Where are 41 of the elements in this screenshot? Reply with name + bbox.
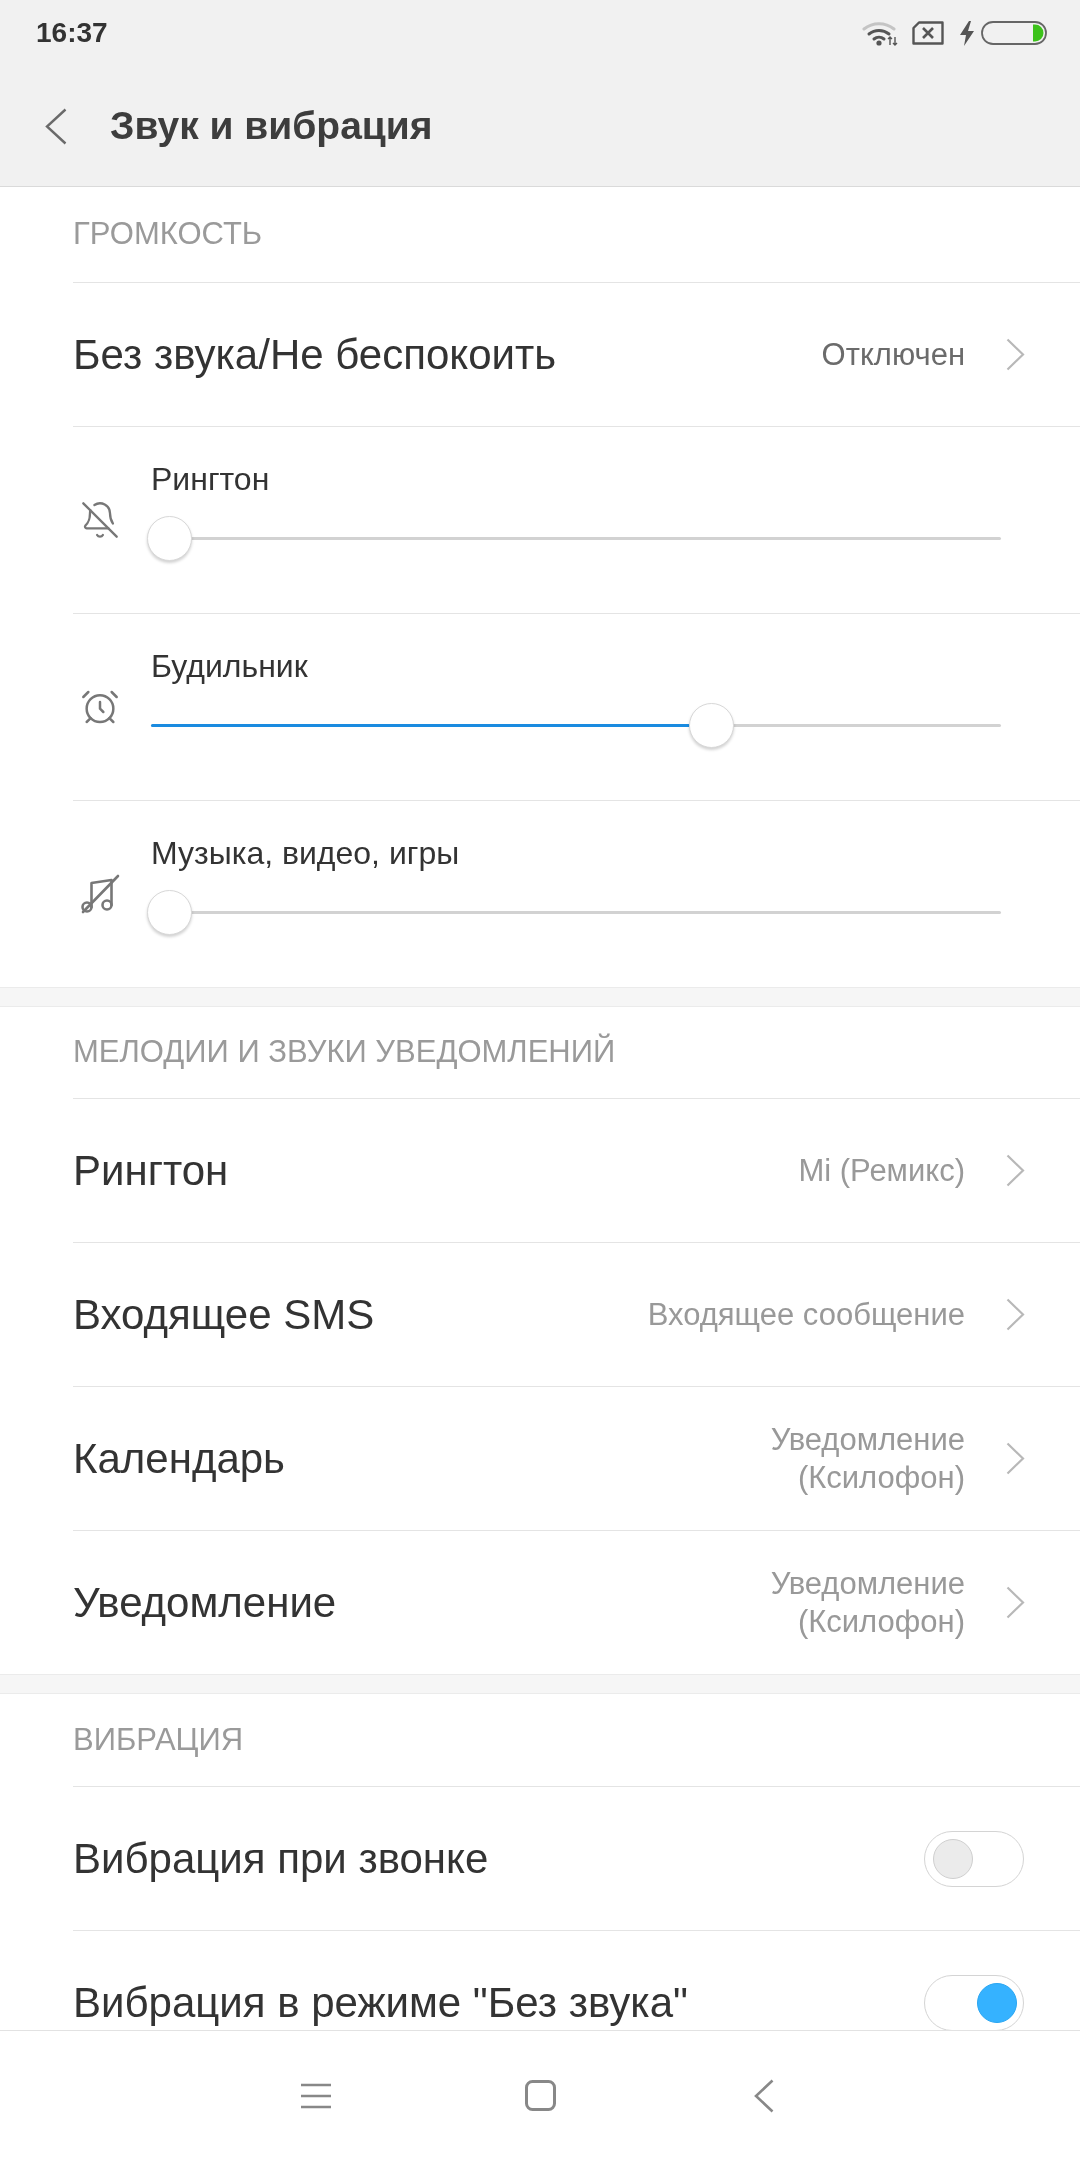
back-icon[interactable] (754, 2078, 774, 2113)
wifi-icon (862, 20, 898, 46)
slider-label: Будильник (151, 648, 308, 684)
sim-card-x-icon (912, 21, 944, 45)
setting-value: Уведомление (Ксилофон) (769, 1564, 965, 1641)
setting-label: Рингтон (73, 1146, 230, 1196)
setting-label: Уведомление (73, 1578, 338, 1628)
setting-label: Вибрация при звонке (73, 1834, 490, 1884)
menu-icon[interactable] (301, 2082, 331, 2109)
slider-label: Музыка, видео, игры (151, 835, 460, 871)
volume-slider[interactable] (147, 890, 1001, 935)
setting-label: Календарь (73, 1434, 286, 1484)
slider-thumb[interactable] (147, 516, 192, 561)
battery-icon (981, 21, 1047, 45)
toggle-switch[interactable] (924, 1974, 1024, 2030)
square-icon[interactable] (524, 2080, 556, 2111)
setting-label: Входящее SMS (73, 1290, 376, 1340)
section-header: ГРОМКОСТЬ (73, 215, 263, 254)
chevron-right-icon (1006, 1586, 1025, 1619)
setting-value: Входящее сообщение (647, 1295, 965, 1334)
chevron-right-icon (1006, 338, 1025, 371)
bell-off-icon (80, 500, 120, 540)
setting-value: Отключен (821, 335, 965, 374)
slider-thumb[interactable] (689, 703, 734, 748)
music-off-icon (80, 874, 120, 914)
chevron-right-icon (1006, 1154, 1025, 1187)
setting-label: Без звука/Не беспокоить (73, 330, 558, 380)
slider-label: Рингтон (151, 461, 270, 497)
setting-label: Вибрация в режиме "Без звука" (73, 1978, 689, 2028)
slider-thumb[interactable] (147, 890, 192, 935)
volume-slider[interactable] (147, 516, 1001, 561)
setting-value: Уведомление (Ксилофон) (769, 1420, 965, 1497)
chevron-right-icon (1006, 1442, 1025, 1475)
section-header: ВИБРАЦИЯ (73, 1720, 244, 1759)
screen-title: Звук и вибрация (110, 102, 433, 149)
section-header: МЕЛОДИИ И ЗВУКИ УВЕДОМЛЕНИЙ (73, 1032, 616, 1072)
setting-value: Mi (Ремикс) (798, 1151, 965, 1190)
status-time: 16:37 (36, 16, 108, 50)
bolt-icon (959, 20, 975, 46)
back-icon[interactable] (45, 107, 67, 145)
chevron-right-icon (1006, 1298, 1025, 1331)
